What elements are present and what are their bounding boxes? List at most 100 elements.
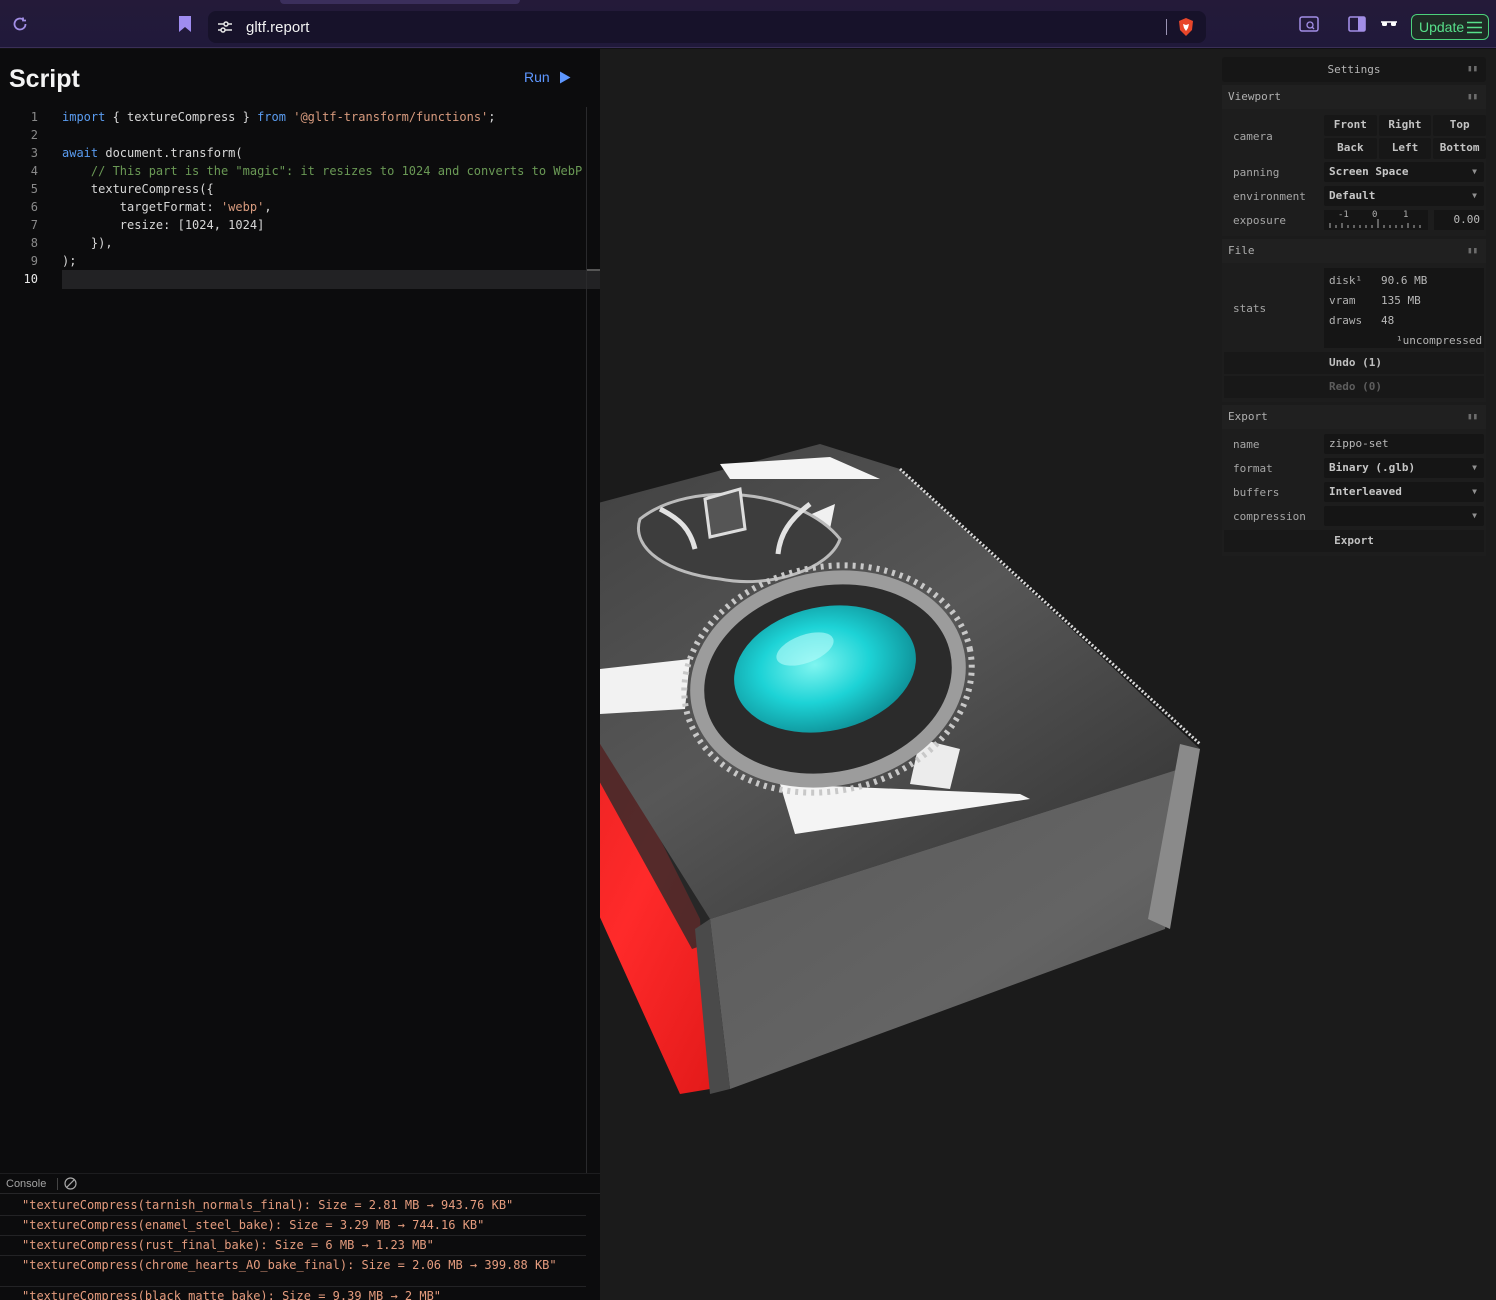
code-token: ); xyxy=(62,254,77,268)
slider-ticks xyxy=(1329,219,1421,228)
line-number: 2 xyxy=(30,128,38,142)
camera-front-button[interactable]: Front xyxy=(1324,115,1377,136)
environment-label: environment xyxy=(1233,190,1306,203)
code-line[interactable]: await document.transform( xyxy=(62,144,243,162)
run-button[interactable]: Run xyxy=(524,69,571,85)
collapse-handle-icon[interactable]: ▮▮ xyxy=(1467,85,1478,109)
exposure-slider[interactable]: -1 0 1 xyxy=(1324,210,1428,230)
name-label: name xyxy=(1233,438,1260,451)
browser-toolbar: gltf.report Update xyxy=(0,0,1496,48)
chevron-down-icon: ▼ xyxy=(1472,167,1477,176)
reload-icon[interactable] xyxy=(9,13,31,35)
export-folder-body: name zippo-set format Binary (.glb) ▼ buf… xyxy=(1222,429,1486,556)
line-number: 5 xyxy=(30,182,38,196)
settings-title-text: Settings xyxy=(1327,63,1381,76)
buffers-label: buffers xyxy=(1233,486,1280,499)
folder-export[interactable]: Export ▮▮ xyxy=(1222,405,1486,429)
address-bar[interactable]: gltf.report xyxy=(208,11,1206,43)
exposure-number-input[interactable]: 0.00 xyxy=(1434,210,1484,230)
code-line[interactable]: // This part is the "magic": it resizes … xyxy=(62,162,582,180)
environment-select[interactable]: Default ▼ xyxy=(1324,186,1484,206)
console-log-entry: "textureCompress(rust_final_bake): Size … xyxy=(0,1236,586,1256)
brave-shield-icon[interactable] xyxy=(1176,17,1196,37)
stats-row: stats disk¹ 90.6 MB vram 135 MB draws 48… xyxy=(1224,266,1484,350)
site-settings-icon[interactable] xyxy=(216,18,234,36)
code-line[interactable]: targetFormat: 'webp', xyxy=(62,198,272,216)
undo-button[interactable]: Undo (1) xyxy=(1224,352,1484,374)
folder-title: Viewport xyxy=(1228,90,1281,103)
stats-label: stats xyxy=(1233,302,1267,315)
buffers-select[interactable]: Interleaved ▼ xyxy=(1324,482,1484,502)
line-number: 7 xyxy=(30,218,38,232)
code-token: }), xyxy=(62,236,113,250)
clear-console-icon[interactable] xyxy=(64,1177,77,1190)
camera-right-button[interactable]: Right xyxy=(1378,115,1432,136)
folder-title: File xyxy=(1228,244,1255,257)
camera-top-button[interactable]: Top xyxy=(1433,115,1486,136)
folder-file[interactable]: File ▮▮ xyxy=(1222,239,1486,263)
folder-viewport[interactable]: Viewport ▮▮ xyxy=(1222,85,1486,109)
bookmark-icon[interactable] xyxy=(174,13,196,35)
environment-row: environment Default ▼ xyxy=(1224,184,1484,208)
collapse-handle-icon[interactable]: ▮▮ xyxy=(1467,239,1478,263)
buffers-row: buffers Interleaved ▼ xyxy=(1224,480,1484,504)
vram-label: vram xyxy=(1329,294,1356,307)
page-title: Script xyxy=(9,65,80,93)
url-divider xyxy=(1166,19,1167,35)
name-input[interactable]: zippo-set xyxy=(1324,434,1484,454)
console-log-entry: "textureCompress(enamel_steel_bake): Siz… xyxy=(0,1216,586,1236)
script-header: Script Run xyxy=(0,49,600,107)
viewport-folder-body: camera Front Right Top Back Left Bottom … xyxy=(1222,109,1486,236)
settings-title[interactable]: Settings ▮▮ xyxy=(1222,57,1486,82)
exposure-row: exposure -1 0 1 0.00 xyxy=(1224,208,1484,232)
code-token: textureCompress({ xyxy=(62,182,214,196)
disk-value: 90.6 MB xyxy=(1381,274,1428,287)
code-token: targetFormat: xyxy=(62,200,221,214)
draws-label: draws xyxy=(1329,314,1363,327)
compression-row: compression ▼ xyxy=(1224,504,1484,528)
console-log-entry: "textureCompress(black_matte_bake): Size… xyxy=(0,1287,586,1300)
console-panel: Console "textureCompress(tarnish_normals… xyxy=(0,1173,600,1300)
code-line[interactable]: textureCompress({ xyxy=(62,180,214,198)
buffers-value: Interleaved xyxy=(1329,485,1402,498)
active-line-highlight xyxy=(62,270,600,289)
code-line[interactable]: ); xyxy=(62,252,76,270)
collapse-handle-icon[interactable]: ▮▮ xyxy=(1467,405,1478,429)
hamburger-menu-icon xyxy=(1467,21,1482,34)
code-editor[interactable]: 1 2 3 4 5 6 7 8 9 10 import { textureCom… xyxy=(0,107,600,1173)
update-button[interactable]: Update xyxy=(1411,14,1489,40)
scrollbar-thumb[interactable] xyxy=(587,269,600,271)
exposure-label: exposure xyxy=(1233,214,1286,227)
chevron-down-icon: ▼ xyxy=(1472,191,1477,200)
console-label: Console xyxy=(6,1178,47,1190)
code-line[interactable]: }), xyxy=(62,234,113,252)
drag-handle-icon[interactable]: ▮▮ xyxy=(1467,57,1478,82)
file-folder-body: stats disk¹ 90.6 MB vram 135 MB draws 48… xyxy=(1222,263,1486,402)
camera-bottom-button[interactable]: Bottom xyxy=(1433,138,1486,159)
url-text[interactable]: gltf.report xyxy=(246,19,309,36)
camera-left-button[interactable]: Left xyxy=(1378,138,1432,159)
code-line[interactable]: resize: [1024, 1024] xyxy=(62,216,265,234)
panning-select[interactable]: Screen Space ▼ xyxy=(1324,162,1484,182)
format-select[interactable]: Binary (.glb) ▼ xyxy=(1324,458,1484,478)
panning-value: Screen Space xyxy=(1329,165,1409,178)
export-button[interactable]: Export xyxy=(1224,530,1484,552)
console-log-entry: "textureCompress(chrome_hearts_AO_bake_f… xyxy=(0,1256,586,1287)
play-icon xyxy=(559,71,571,83)
code-line[interactable]: import { textureCompress } from '@gltf-t… xyxy=(62,108,496,126)
script-panel: Script Run 1 2 3 4 5 6 7 8 9 10 import {… xyxy=(0,49,600,1300)
line-number: 9 xyxy=(30,254,38,268)
editor-scrollbar[interactable] xyxy=(586,107,587,1173)
reader-mode-icon[interactable] xyxy=(1298,13,1320,35)
private-window-icon[interactable] xyxy=(1378,13,1400,35)
chevron-down-icon: ▼ xyxy=(1472,463,1477,472)
code-token: { textureCompress } xyxy=(105,110,258,124)
tab-indicator xyxy=(280,0,520,4)
redo-button[interactable]: Redo (0) xyxy=(1224,376,1484,398)
panning-label: panning xyxy=(1233,166,1280,179)
compression-select[interactable]: ▼ xyxy=(1324,506,1484,526)
panning-row: panning Screen Space ▼ xyxy=(1224,160,1484,184)
sidebar-toggle-icon[interactable] xyxy=(1346,13,1368,35)
camera-back-button[interactable]: Back xyxy=(1324,138,1377,159)
